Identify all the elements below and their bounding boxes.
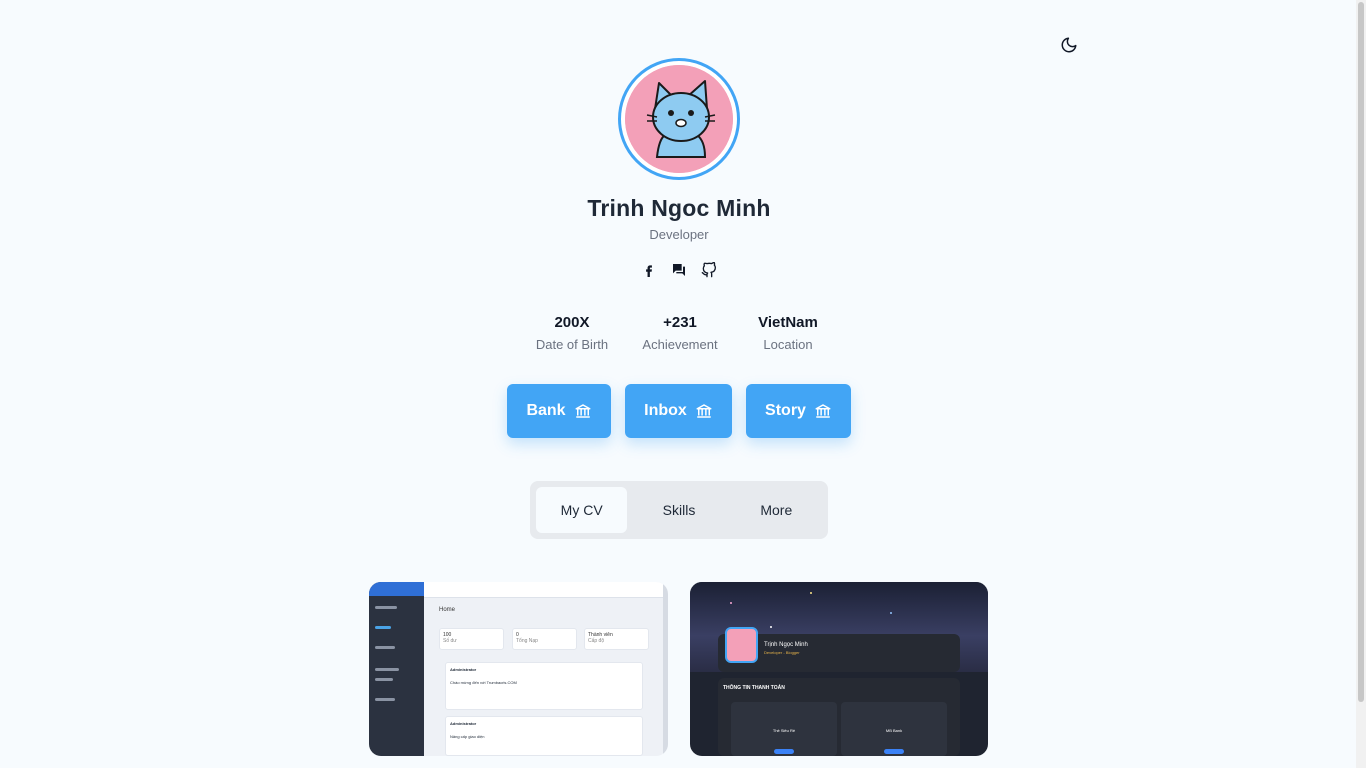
preview-post-author: Administrator <box>450 667 477 672</box>
preview-bank-name: Thẻ Siêu Rẻ <box>772 728 796 733</box>
preview-copy-button <box>884 749 904 754</box>
preview-post-author: Administrator <box>450 721 477 726</box>
star-decoration <box>810 592 812 594</box>
preview-bank-name: MB Bank <box>885 728 903 733</box>
stat-value: +231 <box>663 314 697 331</box>
profile-avatar <box>618 58 740 180</box>
preview-sidebar-line <box>375 606 397 609</box>
preview-stat-card: 100 Số dư <box>439 628 504 650</box>
preview-sidebar-line <box>375 678 393 681</box>
stat-value: 200X <box>554 314 590 331</box>
moon-icon <box>1061 37 1077 53</box>
preview-topbar <box>424 582 668 598</box>
chat-icon <box>673 264 685 276</box>
star-decoration <box>770 626 772 628</box>
profile-role: Developer <box>649 227 709 242</box>
stat-label: Location <box>763 337 813 352</box>
profile-name: Trinh Ngoc Minh <box>587 195 771 221</box>
preview-title: Home <box>439 607 456 613</box>
bank-button-label: Bank <box>526 402 566 419</box>
story-button[interactable]: Story <box>746 384 851 438</box>
stat-achievement: +231 Achievement <box>628 314 732 352</box>
stat-label: Date of Birth <box>535 337 609 352</box>
avatar-image <box>625 65 733 173</box>
preview-post: Administrator Chào mừng đến với Trumbacr… <box>445 662 643 710</box>
preview-stat-label: Cấp độ <box>588 638 605 644</box>
stat-date-of-birth: 200X Date of Birth <box>520 314 624 352</box>
theme-toggle-button[interactable] <box>1058 34 1080 56</box>
preview-profile-name: Trịnh Ngọc Minh <box>764 642 808 648</box>
inbox-button-label: Inbox <box>644 402 687 419</box>
page-scrollbar[interactable] <box>1356 0 1366 768</box>
preview-sidebar-line <box>375 698 395 701</box>
github-icon <box>701 262 716 278</box>
preview-stat-label: Tổng Nạp <box>516 638 538 644</box>
project-preview-profile-page[interactable]: Trịnh Ngọc Minh Developer - Blogger THÔN… <box>690 582 988 756</box>
preview-sidebar-line <box>375 668 399 671</box>
preview-stat-card: Thành viên Cấp độ <box>584 628 649 650</box>
bank-icon <box>575 404 591 418</box>
stat-label: Achievement <box>642 337 718 352</box>
facebook-icon <box>646 265 652 277</box>
content-tabs: My CV Skills More <box>530 481 828 539</box>
preview-stat-label: Số dư <box>443 638 457 644</box>
preview-avatar <box>725 627 758 663</box>
tab-more[interactable]: More <box>731 487 822 533</box>
facebook-link[interactable] <box>640 261 658 279</box>
bank-icon <box>815 404 831 418</box>
profile-stats: 200X Date of Birth +231 Achievement Viet… <box>520 314 840 352</box>
preview-post: Administrator Nâng cấp giao diện <box>445 716 643 756</box>
story-button-label: Story <box>765 402 806 419</box>
chat-link[interactable] <box>670 261 688 279</box>
star-decoration <box>730 602 732 604</box>
preview-sidebar-header <box>369 582 424 596</box>
social-links <box>640 260 720 280</box>
preview-bank-card: MB Bank <box>841 702 947 756</box>
github-link[interactable] <box>700 261 718 279</box>
bank-button[interactable]: Bank <box>507 384 611 438</box>
star-decoration <box>890 612 892 614</box>
project-preview-dashboard[interactable]: Home 100 Số dư 0 Tổng Nạp Thành viên Cấp… <box>369 582 668 756</box>
preview-copy-button <box>774 749 794 754</box>
preview-scrollbar <box>663 582 668 756</box>
preview-sidebar-line <box>375 626 391 629</box>
preview-bank-card: Thẻ Siêu Rẻ <box>731 702 837 756</box>
preview-profile-subtitle: Developer - Blogger <box>764 650 800 655</box>
stat-value: VietNam <box>758 314 818 331</box>
preview-payment-heading: THÔNG TIN THANH TOÁN <box>723 685 785 691</box>
preview-post-text: Chào mừng đến với Trumbacris.COM <box>450 680 517 685</box>
tab-skills[interactable]: Skills <box>633 487 724 533</box>
bank-icon <box>696 404 712 418</box>
preview-post-text: Nâng cấp giao diện <box>450 734 485 739</box>
preview-sidebar-line <box>375 646 395 649</box>
scrollbar-thumb[interactable] <box>1358 2 1364 702</box>
preview-stat-card: 0 Tổng Nạp <box>512 628 577 650</box>
inbox-button[interactable]: Inbox <box>625 384 732 438</box>
tab-my-cv[interactable]: My CV <box>536 487 628 533</box>
stat-location: VietNam Location <box>736 314 840 352</box>
